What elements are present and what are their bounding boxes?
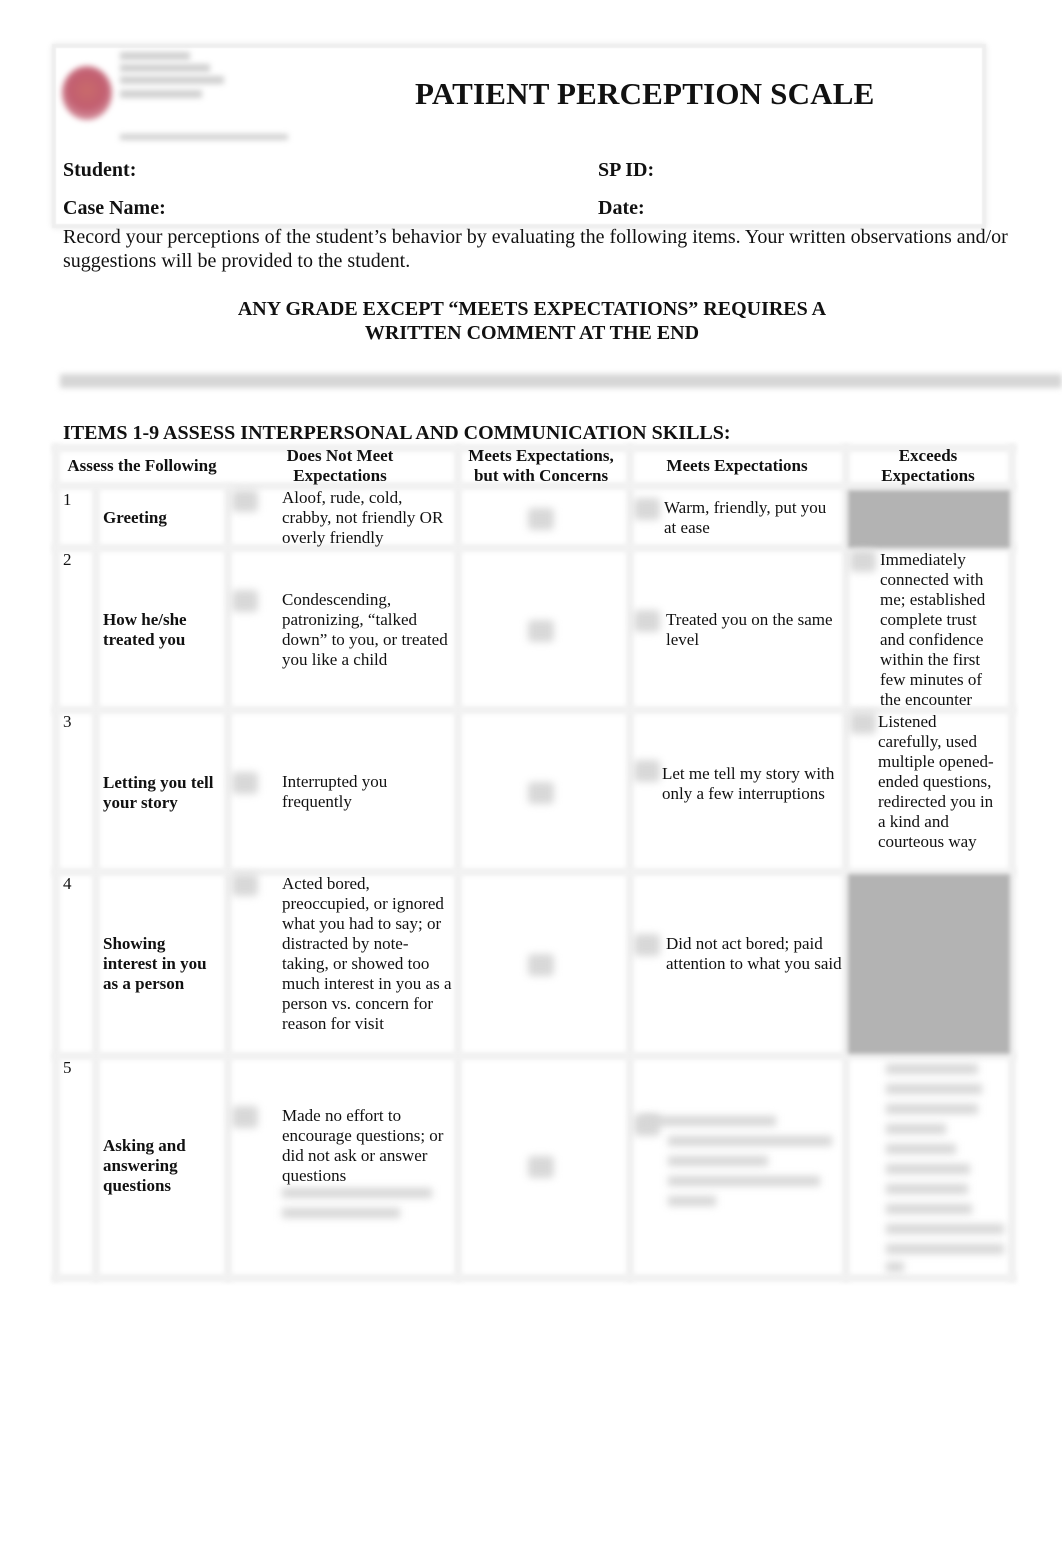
checkbox-exceeds[interactable]	[850, 550, 876, 572]
item-label-treated-you: How he/she treated you	[103, 610, 187, 649]
grading-notice-line-2: WRITTEN COMMENT AT THE END	[364, 322, 700, 344]
column-divider	[842, 444, 850, 1282]
checkbox-meets-with-concerns[interactable]	[528, 620, 554, 642]
assessment-table: Assess the Following Does Not Meet Expec…	[52, 444, 1016, 1282]
header-exceeds: Exceeds Expectations	[852, 446, 1004, 486]
checkbox-does-not-meet[interactable]	[232, 590, 258, 612]
desc-blurred-text	[282, 1188, 432, 1198]
table-border	[1008, 444, 1016, 1282]
table-border	[52, 444, 60, 1282]
checkbox-meets-with-concerns[interactable]	[528, 1156, 554, 1178]
header-meets: Meets Expectations	[666, 456, 808, 475]
column-divider	[626, 444, 634, 1282]
exceeds-blurred-text	[886, 1184, 968, 1194]
desc-meets: Treated you on the same level	[666, 610, 833, 649]
column-divider	[92, 484, 100, 1282]
desc-does-not-meet: Aloof, rude, cold, crabby, not friendly …	[282, 488, 444, 547]
page-title: PATIENT PERCEPTION SCALE	[415, 76, 875, 111]
exceeds-blurred-text	[886, 1224, 1004, 1234]
item-label-questions: Asking and answering questions	[103, 1136, 186, 1195]
desc-exceeds: Immediately connected with me; establish…	[880, 550, 986, 709]
checkbox-meets[interactable]	[634, 610, 660, 632]
logo-subtext-blurred	[120, 134, 288, 140]
checkbox-meets-with-concerns[interactable]	[528, 508, 554, 530]
exceeds-blurred-text	[886, 1164, 970, 1174]
checkbox-does-not-meet[interactable]	[232, 772, 258, 794]
desc-does-not-meet: Interrupted you frequently	[282, 772, 388, 811]
item-label-tell-story: Letting you tell your story	[103, 773, 214, 812]
item-label-showing-interest: Showing interest in you as a person	[103, 934, 207, 993]
exceeds-blurred-text	[886, 1104, 978, 1114]
checkbox-does-not-meet[interactable]	[232, 490, 258, 512]
exceeds-blurred-text	[886, 1144, 956, 1154]
header-meets-with-concerns: Meets Expectations, but with Concerns	[456, 446, 626, 486]
checkbox-meets[interactable]	[634, 760, 660, 782]
header-assess: Assess the Following	[67, 456, 217, 475]
section-divider	[60, 374, 1062, 388]
logo-text-blurred	[120, 52, 190, 60]
desc-does-not-meet: Acted bored, preoccupied, or ignored wha…	[282, 874, 452, 1033]
checkbox-meets[interactable]	[634, 498, 660, 520]
exceeds-blurred-text	[886, 1204, 972, 1214]
header-exceeds-line-1: Exceeds	[898, 446, 958, 465]
exceeds-blurred-text	[886, 1064, 978, 1074]
exceeds-blurred-text	[886, 1244, 1004, 1254]
grading-notice-line-1: ANY GRADE EXCEPT “MEETS EXPECTATIONS” RE…	[237, 298, 827, 320]
header-exceeds-line-2: Expectations	[881, 466, 975, 485]
column-divider	[224, 484, 232, 1282]
checkbox-does-not-meet[interactable]	[232, 874, 258, 896]
meets-blurred-text	[668, 1156, 768, 1166]
meets-blurred-text	[668, 1136, 832, 1146]
item-number: 4	[63, 874, 72, 893]
desc-meets: Warm, friendly, put you at ease	[664, 498, 827, 537]
grading-notice: ANY GRADE EXCEPT “MEETS EXPECTATIONS” RE…	[100, 297, 964, 345]
exceeds-blurred-text	[886, 1124, 946, 1134]
item-number: 1	[63, 490, 72, 509]
header-concerns-line-1: Meets Expectations,	[468, 446, 614, 465]
checkbox-does-not-meet[interactable]	[232, 1106, 258, 1128]
desc-does-not-meet: Made no effort to encourage questions; o…	[282, 1106, 444, 1185]
logo-text-blurred	[120, 76, 224, 84]
header-does-not-meet-line-2: Expectations	[293, 466, 387, 485]
desc-meets: Let me tell my story with only a few int…	[662, 764, 835, 803]
institution-logo-icon	[62, 66, 112, 120]
exceeds-blurred-text	[886, 1084, 982, 1094]
desc-exceeds: Listened carefully, used multiple opened…	[878, 712, 994, 851]
column-divider	[454, 444, 462, 1282]
meets-blurred-text	[642, 1116, 776, 1126]
logo-text-blurred	[120, 64, 210, 72]
item-number: 5	[63, 1058, 72, 1077]
item-label-greeting: Greeting	[103, 508, 167, 527]
case-name-field-label: Case Name:	[63, 197, 166, 219]
sp-id-field-label: SP ID:	[598, 159, 655, 181]
item-number: 2	[63, 550, 72, 569]
exceeds-shaded-cell	[848, 490, 1010, 548]
header-does-not-meet-line-1: Does Not Meet	[286, 446, 394, 465]
meets-blurred-text	[668, 1196, 716, 1206]
header-does-not-meet: Does Not Meet Expectations	[260, 446, 420, 486]
instructions-text: Record your perceptions of the student’s…	[63, 226, 1008, 272]
header-concerns-line-2: but with Concerns	[473, 466, 609, 485]
date-field-label: Date:	[598, 197, 645, 219]
desc-meets: Did not act bored; paid attention to wha…	[666, 934, 842, 973]
exceeds-blurred-text	[886, 1262, 904, 1272]
logo-text-blurred	[120, 90, 202, 98]
student-field-label: Student:	[63, 159, 137, 181]
table-border	[52, 1274, 1016, 1282]
checkbox-exceeds[interactable]	[850, 712, 876, 734]
checkbox-meets-with-concerns[interactable]	[528, 954, 554, 976]
item-number: 3	[63, 712, 72, 731]
desc-does-not-meet: Condescending, patronizing, “talked down…	[282, 590, 448, 669]
checkbox-meets[interactable]	[634, 934, 660, 956]
exceeds-shaded-cell	[848, 874, 1010, 1054]
meets-blurred-text	[668, 1176, 820, 1186]
desc-blurred-text	[282, 1208, 400, 1218]
section-heading: ITEMS 1-9 ASSESS INTERPERSONAL AND COMMU…	[63, 422, 731, 444]
checkbox-meets-with-concerns[interactable]	[528, 782, 554, 804]
